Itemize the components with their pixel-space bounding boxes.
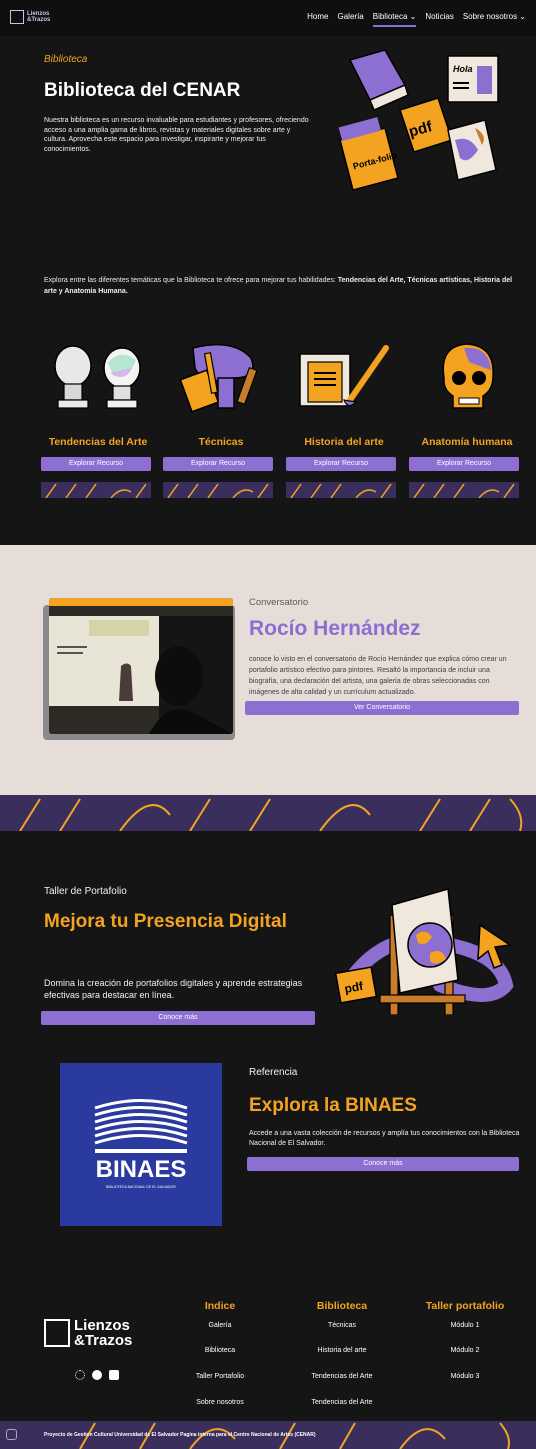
- category-title-tecnicas: Técnicas: [198, 436, 244, 448]
- anatomy-illustration: [442, 343, 494, 409]
- nav-links: Home Galería Biblioteca ⌄ Noticias Sobre…: [307, 12, 526, 27]
- footer-col-taller-title: Taller portafolio: [425, 1300, 505, 1312]
- footer-link[interactable]: Tendencias del Arte: [300, 1373, 384, 1380]
- taller-title: Mejora tu Presencia Digital: [44, 911, 287, 932]
- footer-logo-line-1: Lienzos: [74, 1317, 130, 1334]
- nav-sobre-nosotros[interactable]: Sobre nosotros ⌄: [463, 12, 526, 27]
- taller-illustration: pdf: [334, 888, 514, 1015]
- patterned-book-illustration: [447, 119, 497, 181]
- logo-wordmark: Lienzos &Trazos: [27, 11, 50, 23]
- techniques-illustration: [179, 343, 258, 413]
- hola-label: Hola: [453, 64, 473, 74]
- footer-logo-wordmark: Lienzos &Trazos: [74, 1318, 132, 1348]
- taller-conoce-mas-button[interactable]: Conoce más: [41, 1011, 315, 1025]
- footer-col-biblioteca-title: Biblioteca: [316, 1300, 368, 1312]
- binaes-emblem: [94, 1099, 188, 1153]
- explore-button-historia[interactable]: Explorar Recurso: [286, 457, 396, 471]
- conversatorio-description: conoce lo visto en el conversatorio de R…: [249, 656, 507, 696]
- nav-noticias[interactable]: Noticias: [425, 12, 453, 27]
- footer-link[interactable]: Historia del arte: [300, 1347, 384, 1354]
- nav-home[interactable]: Home: [307, 12, 328, 27]
- footer-link[interactable]: Taller Portafolio: [180, 1373, 260, 1380]
- decorative-stripe: [409, 482, 519, 498]
- explore-button-anatomia[interactable]: Explorar Recurso: [409, 457, 519, 471]
- instagram-corner-icon[interactable]: [6, 1429, 17, 1440]
- footer-col-indice-title: Indice: [204, 1300, 236, 1312]
- footer-link[interactable]: Galería: [180, 1322, 260, 1329]
- binaes-logo[interactable]: BINAES BIBLIOTECA NACIONAL DE EL SALVADO…: [60, 1063, 222, 1226]
- explore-button-tendencias[interactable]: Explorar Recurso: [41, 457, 151, 471]
- category-title-historia: Historia del arte: [304, 436, 384, 448]
- category-title-tendencias: Tendencias del Arte: [48, 436, 148, 448]
- footer-link[interactable]: Módulo 2: [420, 1347, 510, 1354]
- window-bar: [49, 598, 233, 606]
- footer-link[interactable]: Módulo 3: [420, 1373, 510, 1380]
- footer-link[interactable]: Tendencias del Arte: [300, 1399, 384, 1406]
- footer-link[interactable]: Técnicas: [300, 1322, 384, 1329]
- instagram-icon[interactable]: [109, 1370, 119, 1380]
- pdf-book-illustration: pdf: [399, 97, 453, 153]
- library-intro: Explora entre las diferentes temáticas q…: [44, 275, 514, 297]
- explore-button-tecnicas[interactable]: Explorar Recurso: [163, 457, 273, 471]
- footer-credits: Proyecto de Gestion Cultural Universidad…: [44, 1432, 316, 1438]
- referencia-title: Explora la BINAES: [249, 1095, 417, 1116]
- nav-biblioteca[interactable]: Biblioteca ⌄: [372, 12, 417, 27]
- behance-icon[interactable]: [75, 1370, 85, 1380]
- footer-logo-icon: [44, 1319, 70, 1347]
- decorative-stripe: [41, 482, 151, 498]
- busts-illustration: [54, 345, 141, 409]
- hero-title: Biblioteca del CENAR: [44, 80, 241, 101]
- conversatorio-kicker: Conversatorio: [249, 597, 309, 608]
- hero-kicker: Biblioteca: [44, 54, 88, 65]
- logo-icon: [10, 10, 24, 24]
- decorative-stripe: [163, 482, 273, 498]
- history-illustration: [299, 345, 389, 407]
- conversatorio-title: Rocío Hernández: [249, 617, 421, 640]
- site-logo[interactable]: Lienzos &Trazos: [10, 10, 50, 24]
- ver-conversatorio-button[interactable]: Ver Conversatorio: [245, 701, 519, 715]
- talk-photo: [49, 606, 233, 734]
- binaes-name: BINAES: [95, 1156, 187, 1183]
- hola-card-illustration: Hola: [447, 55, 499, 103]
- portafolio-folder-illustration: Porta-folio: [338, 117, 399, 191]
- referencia-description: Accede a una vasta colección de recursos…: [249, 1130, 520, 1147]
- footer-link[interactable]: Módulo 1: [420, 1322, 510, 1329]
- referencia-conoce-mas-button[interactable]: Conoce más: [247, 1157, 519, 1171]
- binaes-subtitle: BIBLIOTECA NACIONAL DE EL SALVADOR: [106, 1185, 176, 1189]
- footer-logo-line-2: &Trazos: [74, 1332, 133, 1349]
- taller-kicker: Taller de Portafolio: [44, 886, 127, 897]
- taller-description: Domina la creación de portafolios digita…: [44, 978, 303, 1000]
- decorative-band: [0, 795, 536, 831]
- hero-illustration: Hola pdf Porta-folio: [338, 49, 499, 191]
- facebook-icon[interactable]: [92, 1370, 102, 1380]
- conversatorio-video-thumbnail[interactable]: [49, 598, 233, 734]
- book-illustration: [348, 49, 409, 111]
- top-navbar: Lienzos &Trazos Home Galería Biblioteca …: [0, 0, 536, 36]
- logo-line-2: &Trazos: [27, 17, 51, 23]
- nav-galeria[interactable]: Galería: [338, 12, 364, 27]
- footer-link[interactable]: Biblioteca: [180, 1347, 260, 1354]
- footer-logo[interactable]: Lienzos &Trazos: [44, 1318, 132, 1348]
- decorative-stripe: [286, 482, 396, 498]
- category-title-anatomia: Anatomía humana: [421, 436, 513, 448]
- referencia-kicker: Referencia: [249, 1067, 298, 1078]
- intro-text: Explora entre las diferentes temáticas q…: [44, 277, 338, 284]
- hero-description: Nuestra biblioteca es un recurso invalua…: [44, 117, 309, 153]
- footer-link[interactable]: Sobre nosotros: [180, 1399, 260, 1406]
